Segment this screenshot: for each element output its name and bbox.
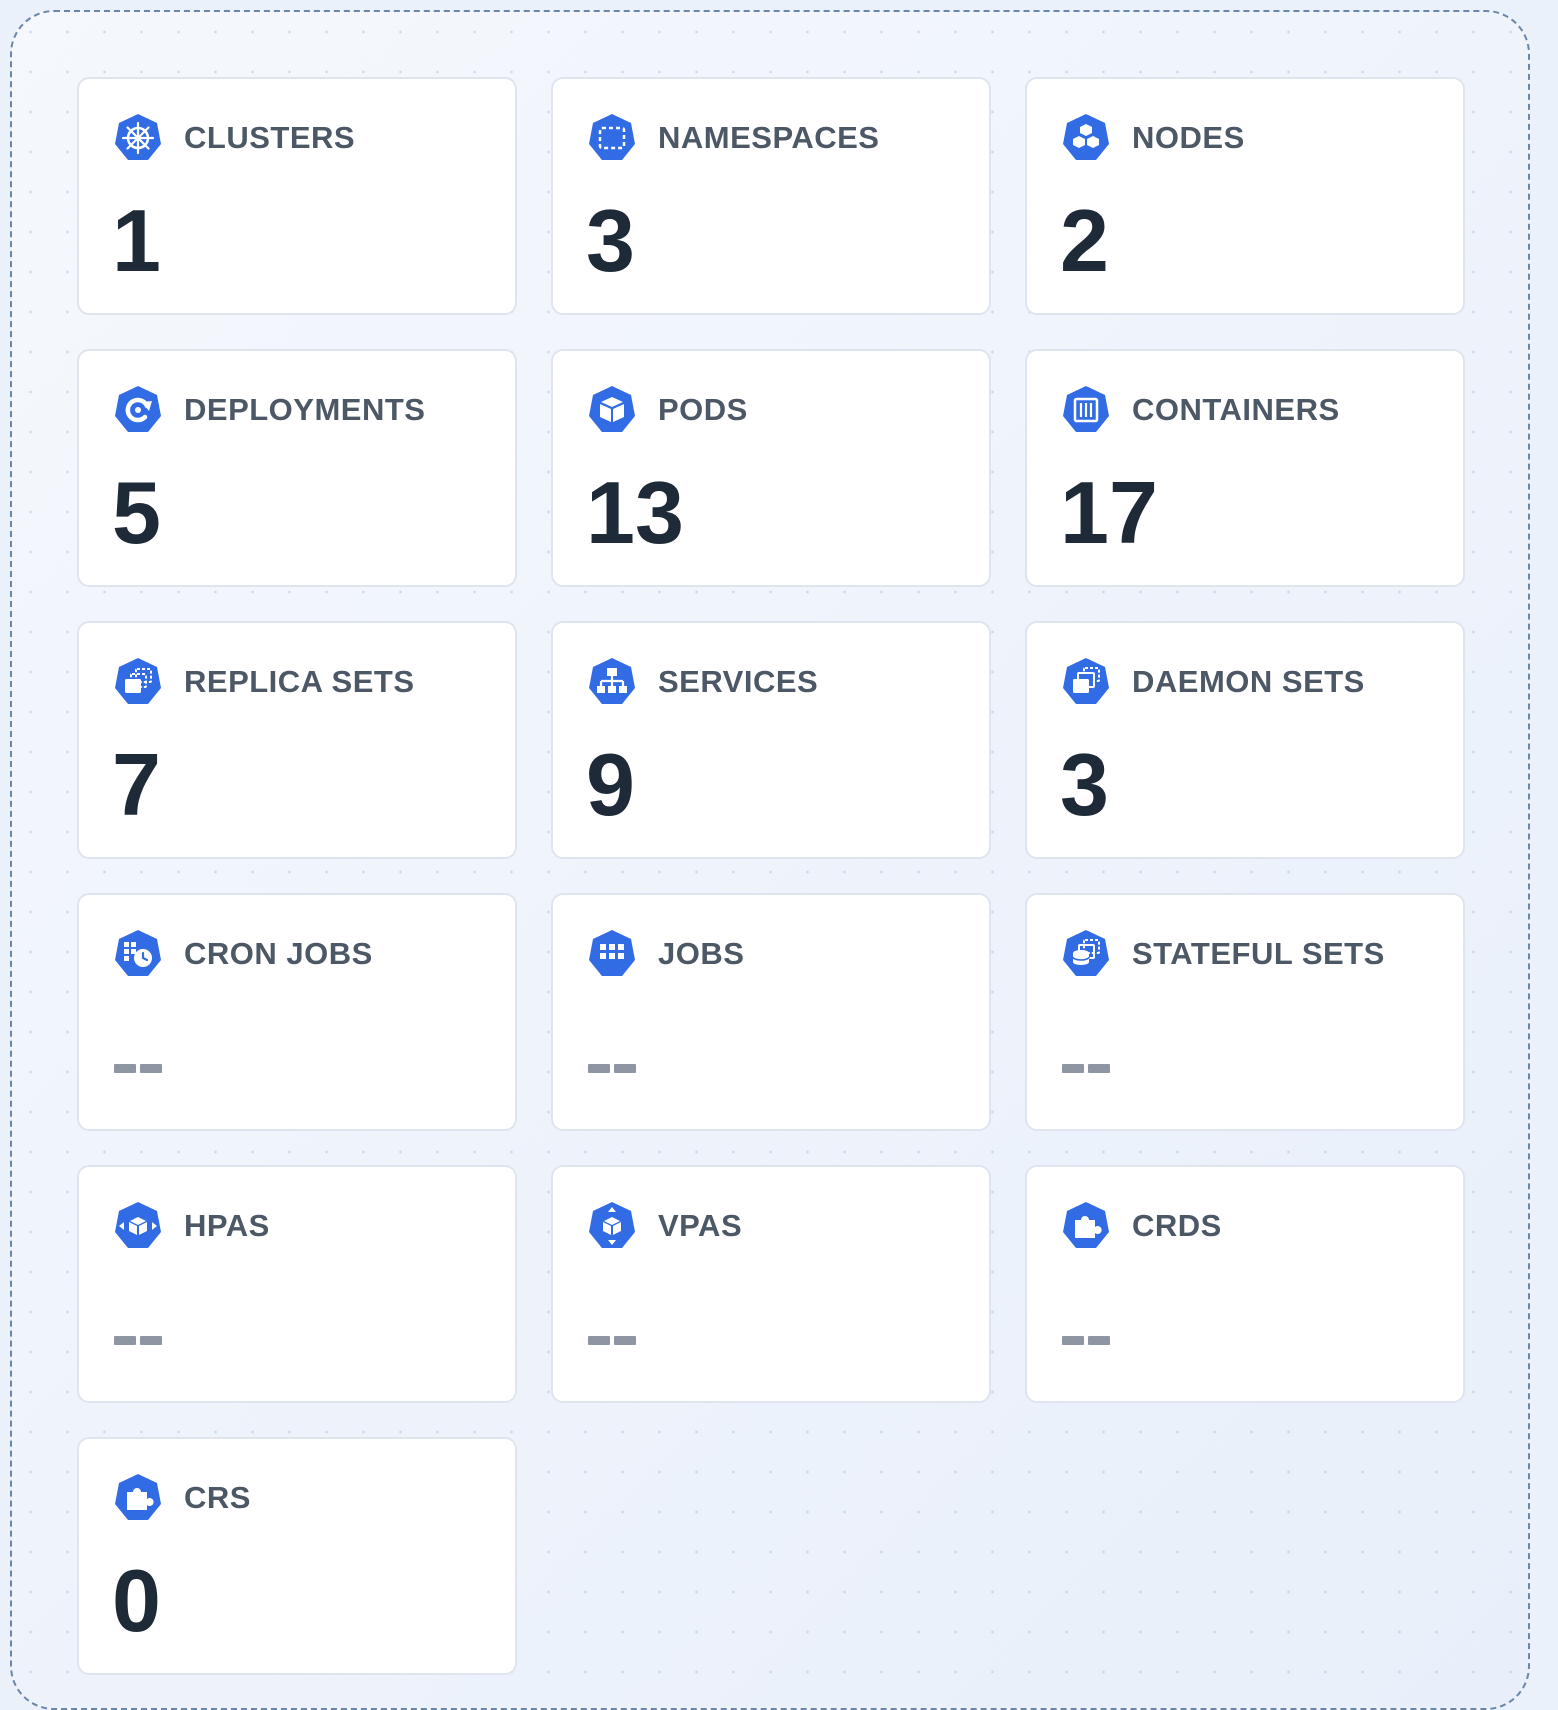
card-nodes[interactable]: NODES 2 bbox=[1025, 77, 1465, 315]
empty-value-placeholder bbox=[114, 1064, 162, 1073]
replica-set-icon bbox=[115, 658, 161, 704]
pod-icon bbox=[589, 386, 635, 432]
card-stateful-sets[interactable]: STATEFUL SETS bbox=[1025, 893, 1465, 1131]
kubernetes-helm-icon bbox=[115, 114, 161, 160]
card-value: 2 bbox=[1060, 191, 1109, 290]
card-clusters[interactable]: CLUSTERS 1 bbox=[77, 77, 517, 315]
daemon-set-icon bbox=[1063, 658, 1109, 704]
service-icon bbox=[589, 658, 635, 704]
card-header: JOBS bbox=[586, 928, 744, 980]
card-label: HPAS bbox=[184, 1208, 270, 1243]
dashboard-panel: CLUSTERS 1 NAMESPACES 3 NODES 2 DEPLOYME… bbox=[10, 10, 1530, 1710]
card-header: REPLICA SETS bbox=[112, 656, 415, 708]
card-label: VPAS bbox=[658, 1208, 743, 1243]
card-header: CRS bbox=[112, 1472, 251, 1524]
card-value: 3 bbox=[586, 191, 635, 290]
card-header: HPAS bbox=[112, 1200, 270, 1252]
card-value: 9 bbox=[586, 735, 635, 834]
card-label: JOBS bbox=[658, 936, 745, 971]
card-value: 1 bbox=[112, 191, 161, 290]
card-label: PODS bbox=[658, 392, 748, 427]
card-label: CRDS bbox=[1132, 1208, 1222, 1243]
card-label: CRS bbox=[184, 1480, 251, 1515]
empty-value-placeholder bbox=[114, 1336, 162, 1345]
vpa-icon bbox=[589, 1202, 635, 1248]
empty-value-placeholder bbox=[1062, 1336, 1110, 1345]
card-header: NODES bbox=[1060, 112, 1245, 164]
card-containers[interactable]: CONTAINERS 17 bbox=[1025, 349, 1465, 587]
cron-job-icon bbox=[115, 930, 161, 976]
card-label: CRON JOBS bbox=[184, 936, 373, 971]
card-pods[interactable]: PODS 13 bbox=[551, 349, 991, 587]
namespace-icon bbox=[589, 114, 635, 160]
empty-value-placeholder bbox=[1062, 1064, 1110, 1073]
card-label: REPLICA SETS bbox=[184, 664, 415, 699]
empty-value-placeholder bbox=[588, 1336, 636, 1345]
card-header: PODS bbox=[586, 384, 748, 436]
card-daemon-sets[interactable]: DAEMON SETS 3 bbox=[1025, 621, 1465, 859]
card-label: CONTAINERS bbox=[1132, 392, 1340, 427]
card-header: CLUSTERS bbox=[112, 112, 355, 164]
deployment-icon bbox=[115, 386, 161, 432]
card-header: CRON JOBS bbox=[112, 928, 373, 980]
empty-value-placeholder bbox=[588, 1064, 636, 1073]
card-header: STATEFUL SETS bbox=[1060, 928, 1385, 980]
card-deployments[interactable]: DEPLOYMENTS 5 bbox=[77, 349, 517, 587]
resource-grid: CLUSTERS 1 NAMESPACES 3 NODES 2 DEPLOYME… bbox=[77, 77, 1477, 1675]
cr-icon bbox=[115, 1474, 161, 1520]
crd-icon bbox=[1063, 1202, 1109, 1248]
card-label: NAMESPACES bbox=[658, 120, 880, 155]
card-vpas[interactable]: VPAS bbox=[551, 1165, 991, 1403]
card-label: DEPLOYMENTS bbox=[184, 392, 426, 427]
card-label: STATEFUL SETS bbox=[1132, 936, 1385, 971]
card-value: 17 bbox=[1060, 463, 1158, 562]
card-header: DAEMON SETS bbox=[1060, 656, 1365, 708]
card-label: SERVICES bbox=[658, 664, 819, 699]
container-icon bbox=[1063, 386, 1109, 432]
job-icon bbox=[589, 930, 635, 976]
hpa-icon bbox=[115, 1202, 161, 1248]
card-replica-sets[interactable]: REPLICA SETS 7 bbox=[77, 621, 517, 859]
card-header: CRDS bbox=[1060, 1200, 1222, 1252]
card-value: 13 bbox=[586, 463, 684, 562]
card-label: NODES bbox=[1132, 120, 1245, 155]
stateful-set-icon bbox=[1063, 930, 1109, 976]
card-services[interactable]: SERVICES 9 bbox=[551, 621, 991, 859]
card-value: 0 bbox=[112, 1551, 161, 1650]
card-value: 3 bbox=[1060, 735, 1109, 834]
card-label: DAEMON SETS bbox=[1132, 664, 1365, 699]
card-crs[interactable]: CRS 0 bbox=[77, 1437, 517, 1675]
card-header: VPAS bbox=[586, 1200, 742, 1252]
card-jobs[interactable]: JOBS bbox=[551, 893, 991, 1131]
card-namespaces[interactable]: NAMESPACES 3 bbox=[551, 77, 991, 315]
card-header: NAMESPACES bbox=[586, 112, 879, 164]
card-cron-jobs[interactable]: CRON JOBS bbox=[77, 893, 517, 1131]
card-value: 5 bbox=[112, 463, 161, 562]
card-header: DEPLOYMENTS bbox=[112, 384, 425, 436]
card-label: CLUSTERS bbox=[184, 120, 356, 155]
card-header: SERVICES bbox=[586, 656, 818, 708]
card-value: 7 bbox=[112, 735, 161, 834]
node-icon bbox=[1063, 114, 1109, 160]
card-header: CONTAINERS bbox=[1060, 384, 1340, 436]
card-hpas[interactable]: HPAS bbox=[77, 1165, 517, 1403]
card-crds[interactable]: CRDS bbox=[1025, 1165, 1465, 1403]
